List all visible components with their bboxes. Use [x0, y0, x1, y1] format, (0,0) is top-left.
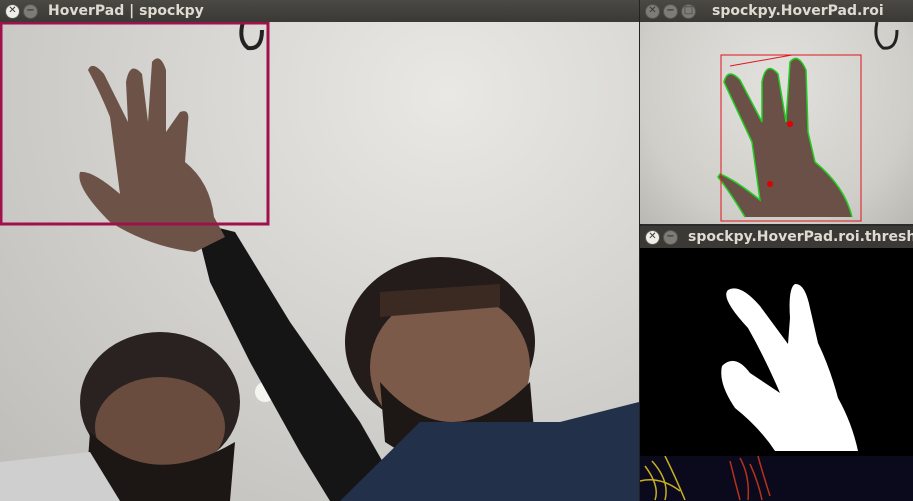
- close-icon[interactable]: ✕: [645, 229, 660, 245]
- roi-window-titlebar[interactable]: ✕ − □ spockpy.HoverPad.roi: [640, 0, 913, 22]
- yellow-strokes: [640, 456, 686, 501]
- defect-point: [767, 181, 773, 187]
- main-window-titlebar[interactable]: ✕ − HoverPad | spockpy: [0, 0, 639, 22]
- roi-feed: [640, 21, 913, 224]
- defect-point: [787, 121, 793, 127]
- roi-window[interactable]: ✕ − □ spockpy.HoverPad.roi: [640, 0, 913, 224]
- partial-window-image: [640, 456, 771, 501]
- close-icon[interactable]: ✕: [5, 3, 20, 19]
- hand-roi: [718, 58, 852, 217]
- main-window-title: HoverPad | spockpy: [48, 3, 204, 19]
- threshold-mask-image: [721, 283, 858, 451]
- hand-mask: [721, 283, 858, 451]
- minimize-icon[interactable]: −: [663, 229, 678, 245]
- roi-window-title: spockpy.HoverPad.roi: [712, 3, 884, 19]
- threshold-feed: [640, 248, 913, 456]
- minimize-icon[interactable]: −: [23, 3, 38, 19]
- maximize-icon[interactable]: □: [681, 3, 696, 19]
- roi-feed-image: [717, 21, 899, 222]
- threshold-window[interactable]: ✕ − spockpy.HoverPad.roi.thresh: [640, 226, 913, 456]
- main-camera-window[interactable]: ✕ − HoverPad | spockpy: [0, 0, 639, 501]
- threshold-window-title: spockpy.HoverPad.roi.thresh: [688, 229, 913, 245]
- partial-window: [640, 456, 913, 501]
- camera-feed-image: [0, 21, 639, 501]
- threshold-window-titlebar[interactable]: ✕ − spockpy.HoverPad.roi.thresh: [640, 226, 913, 248]
- close-icon[interactable]: ✕: [645, 3, 660, 19]
- camera-feed: [0, 21, 639, 501]
- ceiling-hook: [239, 21, 264, 51]
- hull-line: [729, 54, 793, 67]
- roi-ceiling-hook: [874, 21, 899, 50]
- red-strokes: [729, 456, 771, 501]
- minimize-icon[interactable]: −: [663, 3, 678, 19]
